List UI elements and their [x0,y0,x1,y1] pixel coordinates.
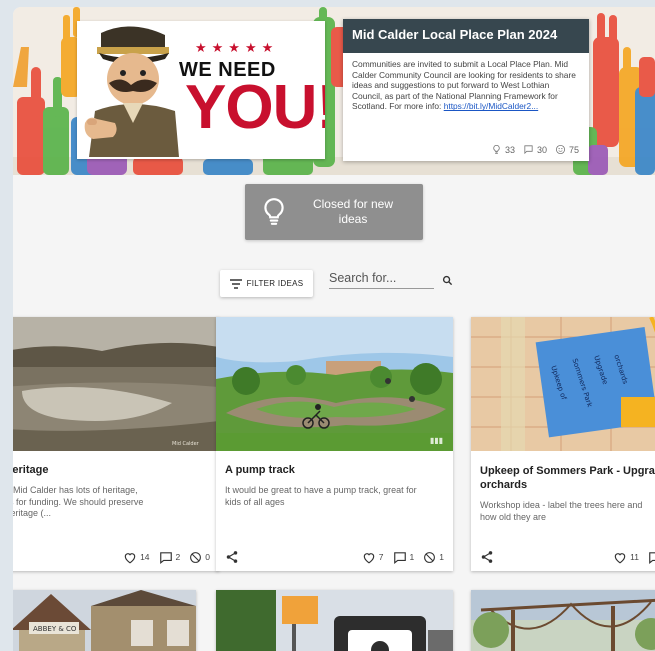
comment-icon [524,145,533,155]
idea-description-line: Workshop idea - label the trees here and [480,500,643,510]
lightbulb-icon [245,197,303,227]
heart-icon [614,552,626,563]
likes-count: 7 [378,552,384,562]
project-title: Mid Calder Local Place Plan 2024 [343,19,589,53]
idea-description-line: doors for funding. We should preserve [13,496,144,507]
comment-button[interactable] [648,551,655,564]
idea-title: er Heritage [13,464,49,476]
heart-icon [124,552,136,563]
idea-stats: 7 1 1 [362,551,444,564]
idea-footer: 7 1 1 [225,549,444,565]
like-button[interactable]: 11 [613,551,639,564]
we-need-you-poster: ★★★★★ WE NEED YOU! [77,21,325,159]
project-info-card: Mid Calder Local Place Plan 2024 Communi… [343,19,589,161]
idea-title: Upkeep of Sommers Park - Upgra orchards [480,464,655,492]
dislike-button[interactable]: 1 [423,551,444,564]
idea-title-line: orchards [480,479,528,491]
ideas-count: 33 [491,144,515,155]
idea-card[interactable]: Mid Calder er Heritage idea: Mid Calder … [13,317,219,571]
closed-label-line2: ideas [338,212,368,226]
comment-icon [649,551,655,564]
participants-icon [555,144,566,155]
likes-count: 11 [630,552,639,562]
idea-footer: 11 [480,549,655,565]
idea-description-line: kids of all ages [225,496,285,507]
comment-icon [393,551,406,564]
idea-card[interactable]: ▮▮▮ A pump track It would be great to ha… [216,317,453,571]
idea-description-line: ain heritage (... [13,508,52,518]
poster-stars: ★★★★★ [195,41,279,56]
block-icon [190,551,202,563]
idea-description-line: It would be great to have a pump track, … [225,485,417,495]
share-icon[interactable] [480,550,494,564]
idea-description: Workshop idea - label the trees here and… [480,500,642,523]
closed-label-line1: Closed for new [312,197,394,211]
svg-text:▮▮▮: ▮▮▮ [430,436,443,445]
block-icon [424,551,436,563]
svg-text:Mid Calder: Mid Calder [172,441,200,447]
idea-image: Upkeep of Sommers Park Upgrade orchards [471,317,655,451]
search-input[interactable]: Search for... [329,269,434,289]
idea-title: A pump track [225,464,295,476]
idea-card[interactable]: Upkeep of Sommers Park Upgrade orchards … [471,317,655,571]
idea-title-line: Upkeep of Sommers Park - Upgra [480,465,655,477]
idea-description-line: idea: Mid Calder has lots of heritage, [13,485,138,495]
comments-count: 2 [175,552,181,562]
idea-image [471,590,655,651]
likes-count: 14 [140,552,150,562]
idea-image [216,590,453,651]
project-stats: 33 30 75 [491,144,579,155]
participants-count-value: 75 [568,144,579,155]
comment-icon [159,551,172,564]
app-frame: ★★★★★ WE NEED YOU! Mid Calder Local Plac… [13,7,655,651]
ideas-count-value: 33 [504,144,515,155]
idea-stats: 11 [613,551,655,564]
closed-label: Closed for new ideas [303,197,403,227]
idea-description-line: how old they are [480,511,547,522]
share-icon[interactable] [225,550,239,564]
comment-button[interactable]: 2 [159,551,181,564]
idea-image: ABBEY & CO [13,590,196,651]
like-button[interactable]: 14 [123,551,150,564]
idea-stats: 14 2 0 [123,551,210,564]
idea-footer: 14 2 0 [13,549,210,565]
filter-ideas-label: FILTER IDEAS [246,279,304,288]
dislikes-count: 1 [439,552,444,562]
idea-card[interactable] [216,590,453,651]
dislikes-count: 0 [205,552,210,562]
closed-for-ideas-notice: Closed for new ideas [245,184,423,240]
filter-icon [229,278,242,289]
project-description: Communities are invited to submit a Loca… [343,53,589,112]
like-button[interactable]: 7 [362,551,384,564]
idea-description: It would be great to have a pump track, … [225,485,417,508]
idea-card[interactable]: ABBEY & CO [13,590,196,651]
more-info-link[interactable]: https://bit.ly/MidCalder2... [444,101,539,111]
idea-image: Mid Calder [13,317,219,451]
lightbulb-icon [493,144,500,155]
poster-you: YOU! [185,73,325,142]
comments-count: 30 [523,144,547,155]
shop-sign-text: ABBEY & CO [33,625,77,633]
comments-count: 1 [409,552,415,562]
idea-image: ▮▮▮ [216,317,453,451]
heart-icon [363,552,375,563]
search-icon[interactable] [442,273,453,291]
idea-card[interactable] [471,590,655,651]
participants-count: 75 [555,144,579,155]
idea-description: idea: Mid Calder has lots of heritage, d… [13,485,143,520]
comments-count-value: 30 [536,144,547,155]
filter-ideas-button[interactable]: FILTER IDEAS [220,270,313,297]
kitchener-illustration [79,23,183,157]
comment-button[interactable]: 1 [393,551,415,564]
header-banner: ★★★★★ WE NEED YOU! Mid Calder Local Plac… [13,7,655,175]
dislike-button[interactable]: 0 [189,551,210,564]
